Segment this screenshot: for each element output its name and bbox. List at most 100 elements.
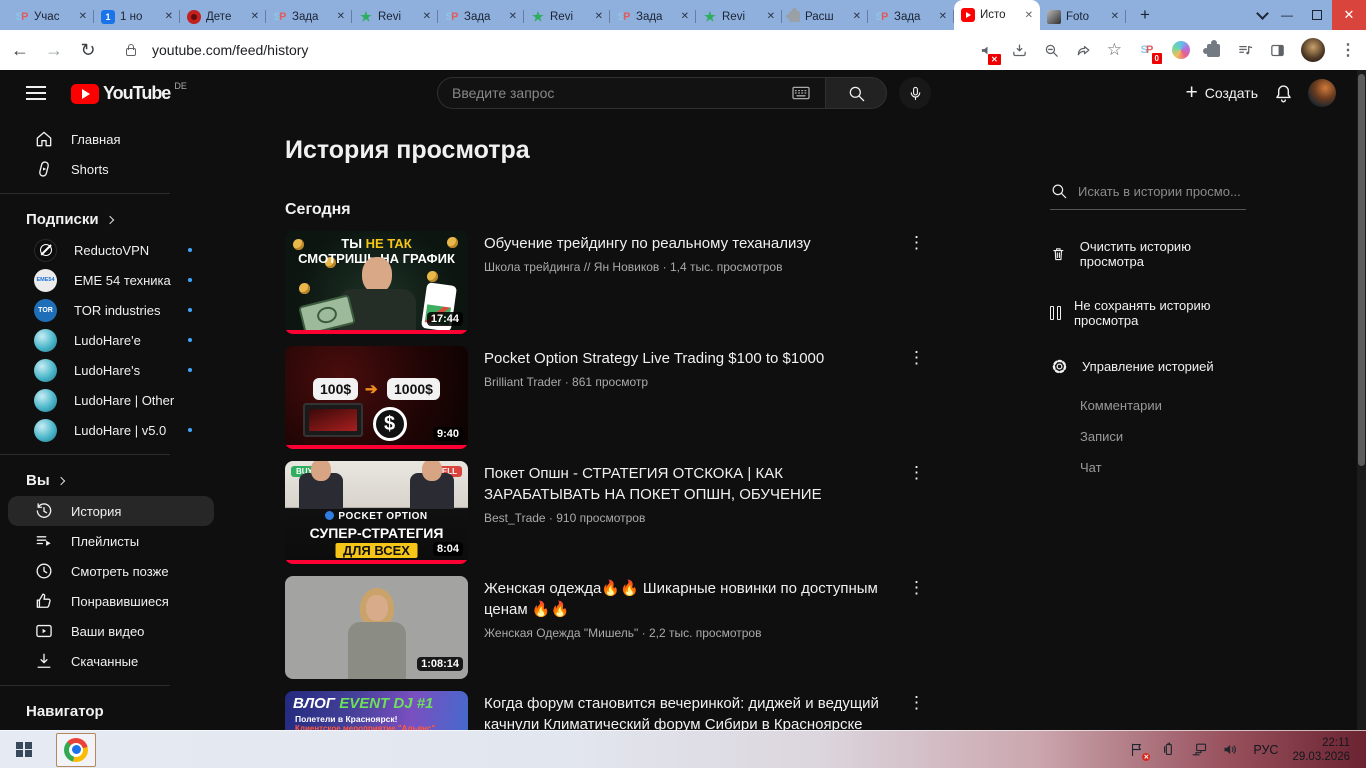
tab-close-icon[interactable]: ✕ [767, 11, 775, 22]
video-row[interactable]: BUY SELL POCKET OPTION СУПЕР-СТРАТЕГИЯ Д… [285, 461, 933, 564]
pause-history-button[interactable]: Не сохранять историю просмотра [1050, 298, 1246, 328]
sidebar-channel-ludohare-s[interactable]: LudoHare's [8, 355, 214, 385]
zoom-out-icon[interactable] [1043, 42, 1060, 59]
tab-close-icon[interactable]: ✕ [1025, 10, 1033, 21]
save-to-device-icon[interactable] [1011, 42, 1028, 59]
sidebar-item-liked[interactable]: Понравившиеся [8, 586, 214, 616]
you-header[interactable]: Вы [0, 464, 226, 496]
tab-close-icon[interactable]: ✕ [423, 11, 431, 22]
tab-close-icon[interactable]: ✕ [165, 11, 173, 22]
sidebar-channel-tor[interactable]: TOR TOR industries [8, 295, 214, 325]
browser-tab[interactable]: Учас ✕ [8, 3, 94, 30]
video-title[interactable]: Pocket Option Strategy Live Trading $100… [484, 348, 903, 369]
sidebar-channel-ludohare-other[interactable]: LudoHare | Other [8, 385, 214, 415]
sidebar-item-your-videos[interactable]: Ваши видео [8, 616, 214, 646]
browser-tab[interactable]: 1 но ✕ [94, 3, 180, 30]
video-meta[interactable]: Школа трейдинга // Ян Новиков · 1,4 тыс.… [484, 260, 903, 274]
colorful-extension-icon[interactable] [1172, 41, 1190, 59]
video-menu-icon[interactable]: ⋮ [908, 233, 925, 253]
extensions-puzzle-icon[interactable] [1203, 39, 1220, 57]
share-icon[interactable] [1075, 42, 1092, 59]
tab-search-chevron-icon[interactable] [1256, 7, 1269, 20]
link-chat[interactable]: Чат [1080, 460, 1246, 475]
tab-close-icon[interactable]: ✕ [509, 11, 517, 22]
account-avatar[interactable] [1308, 79, 1336, 107]
side-panel-icon[interactable] [1269, 42, 1286, 59]
browser-tab[interactable]: Зада ✕ [868, 3, 954, 30]
tab-close-icon[interactable]: ✕ [853, 11, 861, 22]
sp-extension-icon[interactable]: 0 [1137, 42, 1162, 64]
tab-close-icon[interactable]: ✕ [681, 11, 689, 22]
notifications-bell-icon[interactable] [1273, 83, 1294, 104]
video-title[interactable]: Женская одежда🔥🔥 Шикарные новинки по дос… [484, 578, 903, 620]
video-thumbnail[interactable]: ВЛОГ EVENT DJ #1 Полетели в Красноярск! … [285, 691, 468, 730]
playlist-extension-icon[interactable] [1237, 42, 1254, 59]
action-center-flag-icon[interactable]: ✕ [1129, 741, 1151, 761]
guide-menu-icon[interactable] [26, 86, 46, 100]
browser-tab[interactable]: Revi ✕ [524, 3, 610, 30]
sidebar-channel-reductovpn[interactable]: ReductoVPN [8, 235, 214, 265]
video-menu-icon[interactable]: ⋮ [908, 693, 925, 713]
video-menu-icon[interactable]: ⋮ [908, 578, 925, 598]
subscriptions-header[interactable]: Подписки [0, 203, 226, 235]
device-tray-icon[interactable] [1160, 741, 1177, 758]
network-tray-icon[interactable] [1191, 741, 1208, 758]
browser-tab[interactable]: Revi ✕ [352, 3, 438, 30]
video-title[interactable]: Покет Опшн - СТРАТЕГИЯ ОТСКОКА | КАК ЗАР… [484, 463, 903, 505]
video-menu-icon[interactable]: ⋮ [908, 463, 925, 483]
video-thumbnail[interactable]: BUY SELL POCKET OPTION СУПЕР-СТРАТЕГИЯ Д… [285, 461, 468, 564]
video-row[interactable]: ТЫ НЕ ТАК СМОТРИШЬ НА ГРАФИК 17:44 Обучен… [285, 231, 933, 334]
video-thumbnail[interactable]: 100$ ➔ 1000$ $ 9:40 [285, 346, 468, 449]
browser-tab[interactable]: Foto ✕ [1040, 3, 1126, 30]
manage-history-button[interactable]: Управление историей [1050, 357, 1246, 376]
browser-tab[interactable]: Revi ✕ [696, 3, 782, 30]
sidebar-item-watch-later[interactable]: Смотреть позже [8, 556, 214, 586]
video-meta[interactable]: Женская Одежда "Мишель" · 2,2 тыс. просм… [484, 626, 903, 640]
browser-profile-avatar[interactable] [1301, 38, 1325, 62]
bookmark-star-icon[interactable]: ☆ [1107, 40, 1122, 60]
keyboard-icon[interactable] [791, 85, 811, 101]
video-row[interactable]: 1:08:14 Женская одежда🔥🔥 Шикарные новинк… [285, 576, 933, 679]
video-title[interactable]: Когда форум становится вечеринкой: дидже… [484, 693, 903, 730]
tab-close-icon[interactable]: ✕ [1111, 11, 1119, 22]
reload-button[interactable]: ↻ [78, 40, 98, 61]
tab-close-icon[interactable]: ✕ [939, 11, 947, 22]
window-close-button[interactable]: ✕ [1332, 0, 1366, 30]
browser-menu-icon[interactable]: ⋮ [1340, 40, 1356, 60]
create-button[interactable]: + Создать [1186, 70, 1258, 116]
language-indicator[interactable]: РУС [1253, 743, 1278, 757]
tab-close-icon[interactable]: ✕ [337, 11, 345, 22]
history-search[interactable] [1050, 182, 1246, 210]
clear-history-button[interactable]: Очистить историю просмотра [1050, 239, 1246, 269]
browser-tab[interactable]: Зада ✕ [438, 3, 524, 30]
video-meta[interactable]: Best_Trade · 910 просмотров [484, 511, 903, 525]
video-menu-icon[interactable]: ⋮ [908, 348, 925, 368]
back-button[interactable]: ← [10, 40, 30, 61]
browser-tab[interactable]: Расш ✕ [782, 3, 868, 30]
youtube-logo[interactable]: YouTube DE [71, 81, 187, 104]
sidebar-item-playlists[interactable]: Плейлисты [8, 526, 214, 556]
search-input[interactable] [452, 85, 791, 101]
search-button[interactable] [825, 77, 887, 109]
scrollbar-thumb[interactable] [1358, 74, 1365, 466]
voice-search-button[interactable] [899, 77, 931, 109]
video-thumbnail[interactable]: 1:08:14 [285, 576, 468, 679]
link-comments[interactable]: Комментарии [1080, 398, 1246, 413]
tab-muted-icon[interactable]: ✕ [979, 42, 1001, 65]
video-row[interactable]: 100$ ➔ 1000$ $ 9:40 Pocket Option Strate… [285, 346, 933, 449]
search-box[interactable] [437, 77, 825, 109]
new-tab-button[interactable]: + [1132, 2, 1158, 28]
video-row[interactable]: ВЛОГ EVENT DJ #1 Полетели в Красноярск! … [285, 691, 933, 730]
sidebar-item-history[interactable]: История [8, 496, 214, 526]
history-search-input[interactable] [1078, 183, 1246, 199]
volume-tray-icon[interactable] [1222, 741, 1239, 758]
video-thumbnail[interactable]: ТЫ НЕ ТАК СМОТРИШЬ НА ГРАФИК 17:44 [285, 231, 468, 334]
taskbar-clock[interactable]: 22:11 29.03.2026 [1292, 736, 1354, 764]
window-restore-button[interactable] [1302, 0, 1332, 30]
window-minimize-button[interactable]: — [1272, 0, 1302, 30]
video-meta[interactable]: Brilliant Trader · 861 просмотр [484, 375, 903, 389]
tab-close-icon[interactable]: ✕ [251, 11, 259, 22]
tab-close-icon[interactable]: ✕ [595, 11, 603, 22]
sidebar-channel-ludohare-e[interactable]: LudoHare'e [8, 325, 214, 355]
page-scrollbar[interactable] [1357, 70, 1366, 730]
